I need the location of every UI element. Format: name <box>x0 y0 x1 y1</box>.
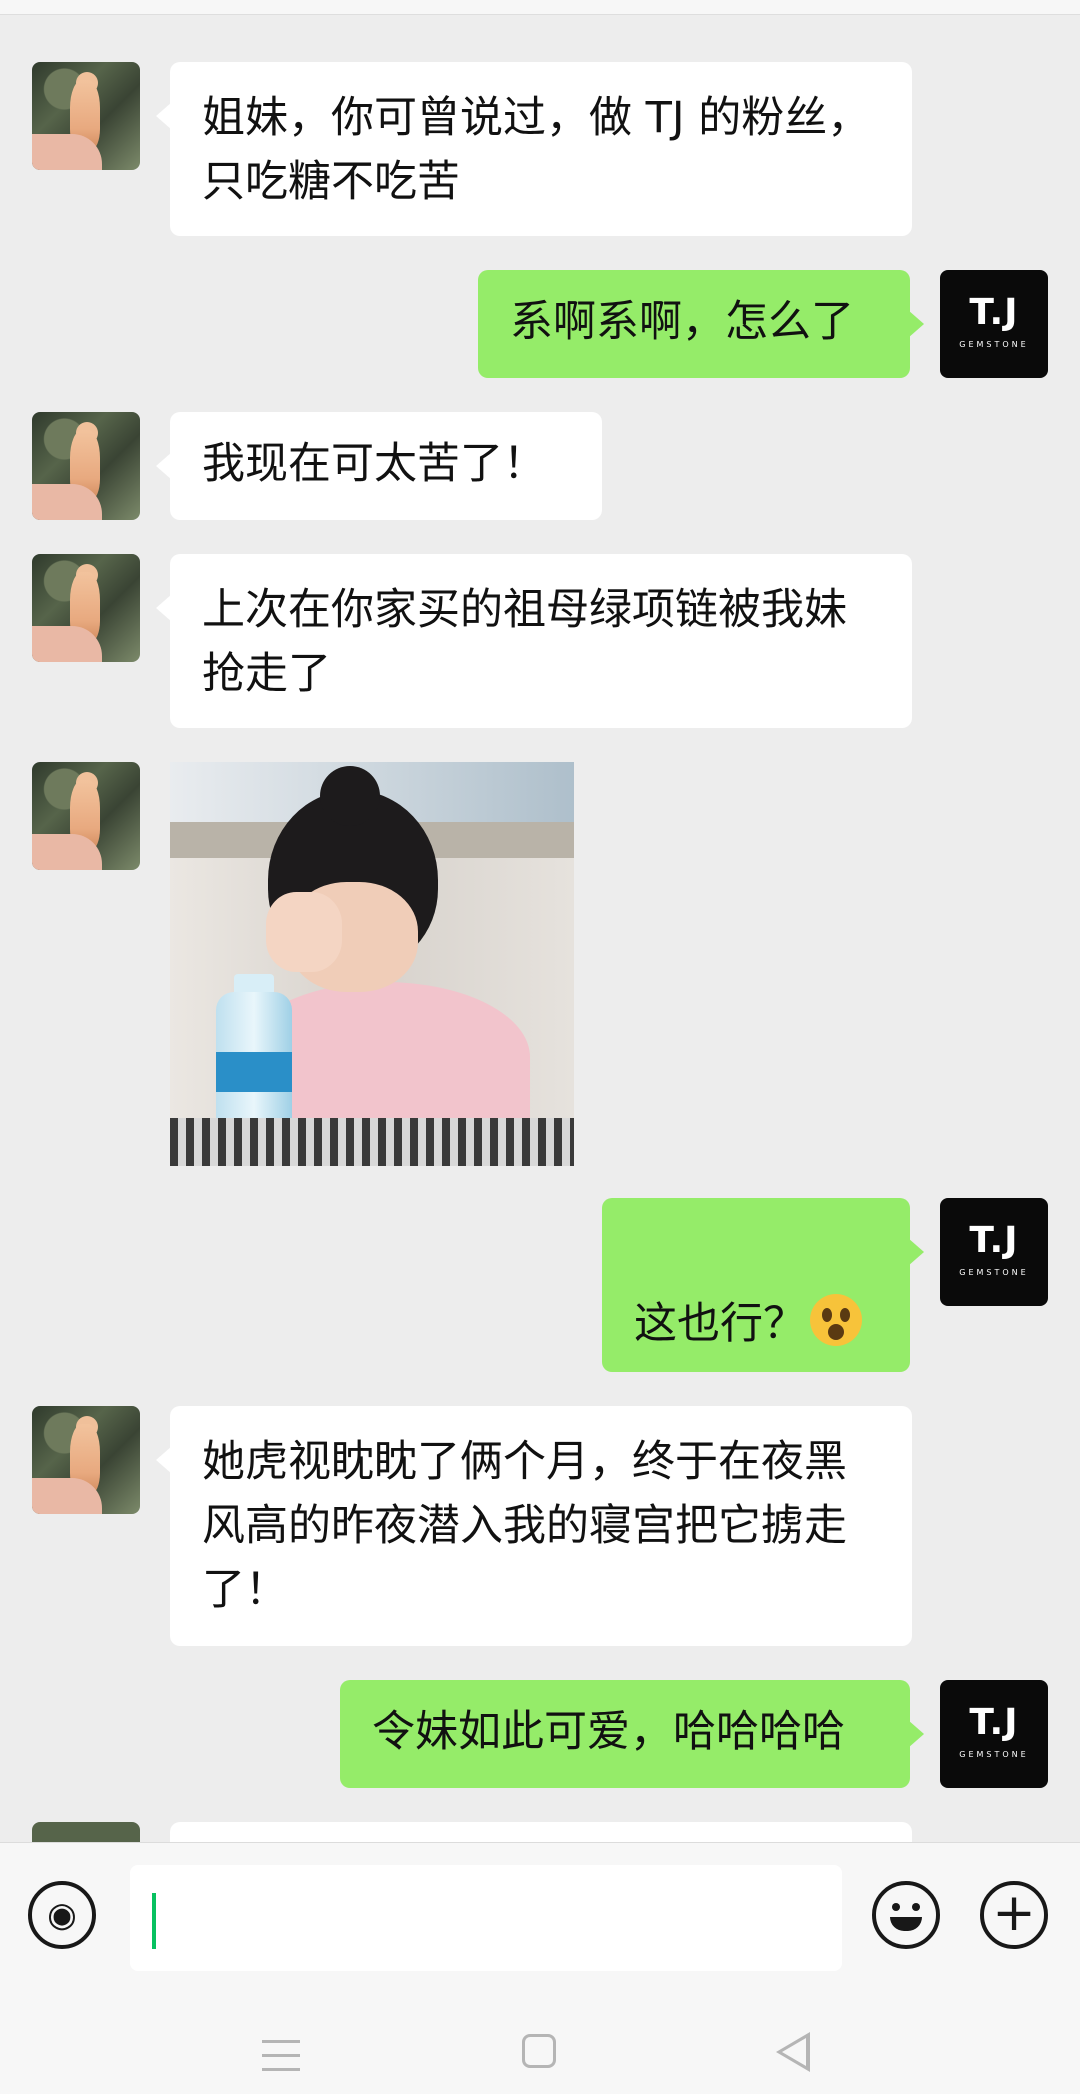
friend-avatar[interactable] <box>32 62 140 170</box>
message-text: 她虎视眈眈了俩个月，终于在夜黑风高的昨夜潜入我的寝宫把它掳走了！ <box>202 1437 847 1615</box>
friend-avatar[interactable] <box>32 554 140 662</box>
message-text: 姐妹，你可曾说过，做 TJ 的粉丝，只吃糖不吃苦 <box>202 93 871 207</box>
message-image[interactable] <box>170 762 574 1166</box>
top-edge <box>0 0 1080 15</box>
friend-avatar-partial[interactable] <box>32 1822 140 1842</box>
friend-avatar[interactable] <box>32 1406 140 1514</box>
my-avatar[interactable]: T.J GEMSTONE <box>940 1198 1048 1306</box>
system-nav-bar <box>0 1990 1080 2094</box>
my-avatar[interactable]: T.J GEMSTONE <box>940 1680 1048 1788</box>
avatar-logo-text: T.J <box>969 1220 1019 1261</box>
message-bubble-me[interactable]: 系啊系啊，怎么了 <box>478 270 924 378</box>
message-bubble-me[interactable]: 令妹如此可爱，哈哈哈哈 <box>340 1680 924 1788</box>
home-icon[interactable] <box>522 2034 556 2068</box>
message-bubble-friend[interactable]: 她虎视眈眈了俩个月，终于在夜黑风高的昨夜潜入我的寝宫把它掳走了！ <box>156 1406 912 1646</box>
message-text: 令妹如此可爱，哈哈哈哈 <box>372 1707 845 1757</box>
image-girl-bun <box>320 766 380 826</box>
image-girl-hand <box>266 892 342 972</box>
avatar-logo-subtext: GEMSTONE <box>959 340 1029 349</box>
message-bubble-me[interactable]: 这也行？ <box>602 1198 924 1372</box>
message-input[interactable] <box>130 1865 842 1971</box>
avatar-logo-text: T.J <box>969 292 1019 333</box>
message-text: 上次在你家买的祖母绿项链被我妹抢走了 <box>202 585 847 699</box>
message-bubble-friend[interactable]: 我现在可太苦了！ <box>156 412 602 520</box>
my-avatar[interactable]: T.J GEMSTONE <box>940 270 1048 378</box>
avatar-logo-text: T.J <box>969 1702 1019 1743</box>
voice-icon[interactable]: ◉ <box>28 1881 96 1949</box>
message-bubble-partial[interactable] <box>170 1822 912 1842</box>
avatar-logo-subtext: GEMSTONE <box>959 1268 1029 1277</box>
image-bottle-label <box>216 1052 292 1092</box>
image-checkered-table <box>170 1118 574 1166</box>
message-text: 系啊系啊，怎么了 <box>510 297 854 347</box>
avatar-logo-subtext: GEMSTONE <box>959 1750 1029 1759</box>
message-bubble-friend[interactable]: 姐妹，你可曾说过，做 TJ 的粉丝，只吃糖不吃苦 <box>156 62 912 236</box>
friend-avatar[interactable] <box>32 412 140 520</box>
text-caret <box>152 1893 156 1949</box>
message-bubble-friend[interactable]: 上次在你家买的祖母绿项链被我妹抢走了 <box>156 554 912 728</box>
emoji-icon[interactable] <box>872 1881 940 1949</box>
menu-icon[interactable] <box>262 2038 300 2074</box>
back-icon[interactable] <box>776 2032 810 2072</box>
plus-icon[interactable]: + <box>980 1881 1048 1949</box>
shocked-emoji-icon <box>810 1294 862 1346</box>
message-text: 我现在可太苦了！ <box>202 439 546 489</box>
message-text: 这也行？ <box>634 1299 806 1349</box>
friend-avatar[interactable] <box>32 762 140 870</box>
chat-screen: 姐妹，你可曾说过，做 TJ 的粉丝，只吃糖不吃苦 系啊系啊，怎么了 T.J GE… <box>0 0 1080 2094</box>
chat-input-bar: ◉ + <box>0 1842 1080 1991</box>
